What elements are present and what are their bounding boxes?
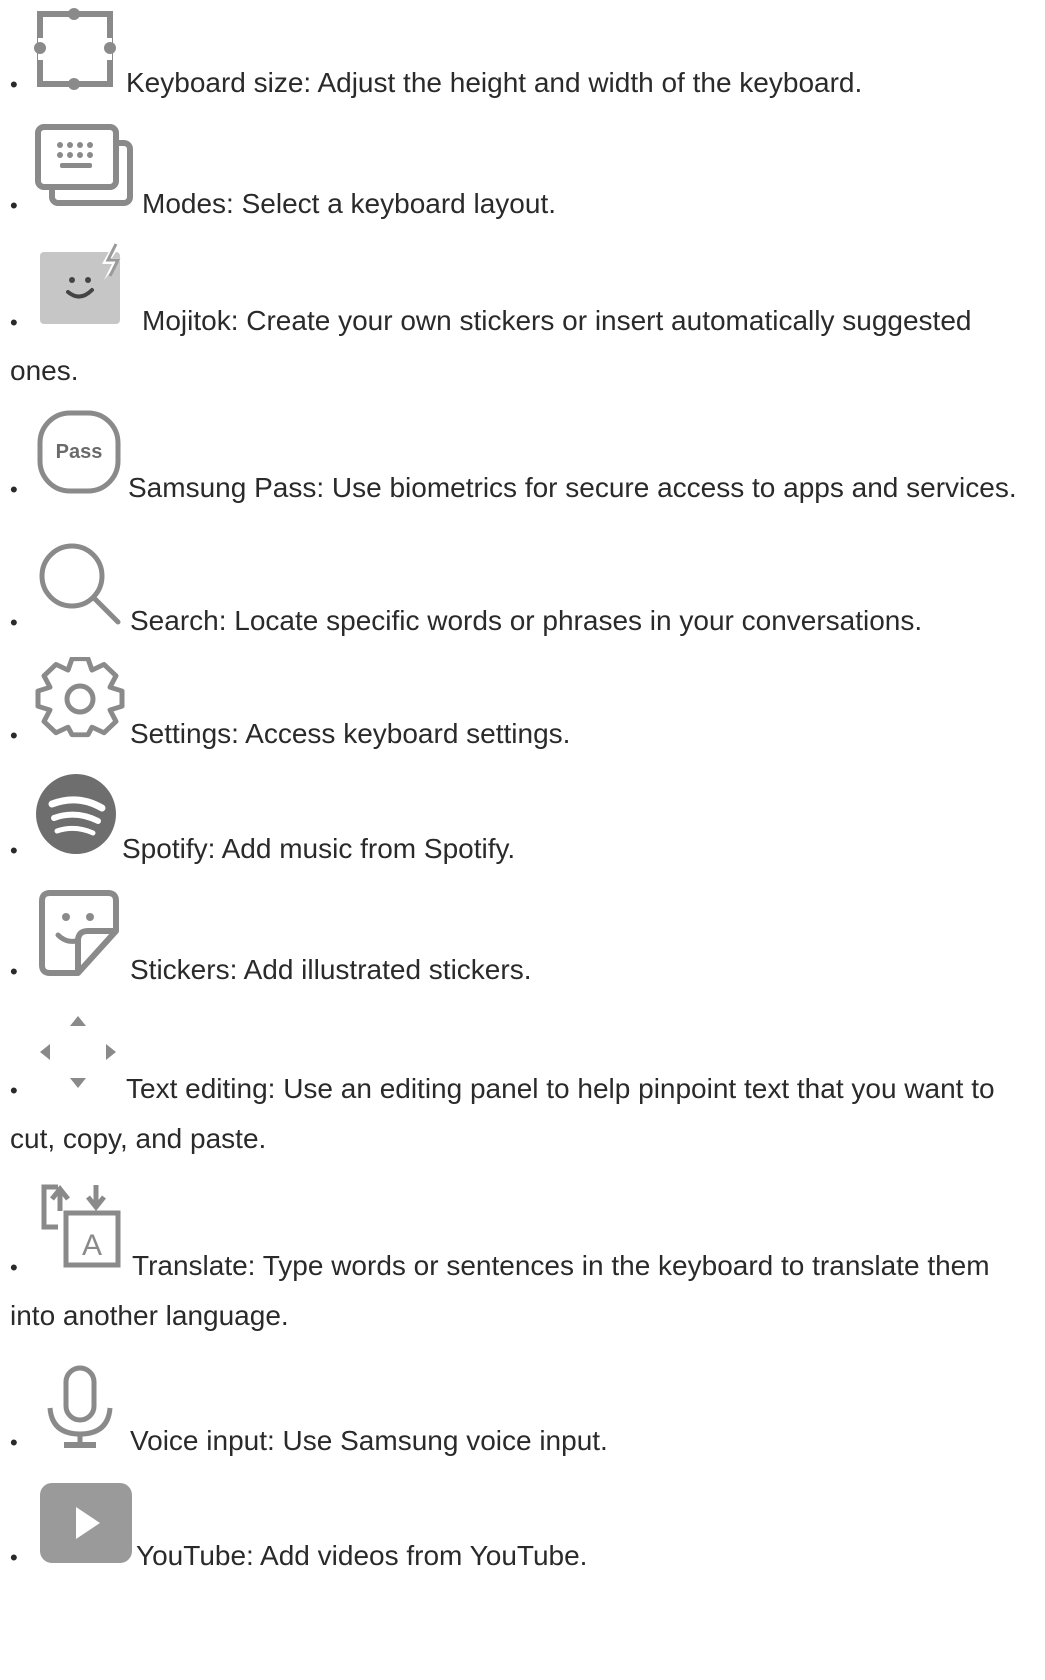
settings-gear-icon — [30, 657, 130, 743]
samsung-pass-icon: Pass — [30, 407, 128, 497]
list-item: • Text editing: Use an editing panel to … — [10, 1006, 1035, 1163]
bullet: • — [10, 193, 18, 218]
translate-icon-label: A — [82, 1229, 102, 1262]
list-item: • A Translate: Type words or sentences i… — [10, 1177, 1035, 1340]
spotify-icon — [30, 770, 122, 858]
search-icon — [30, 540, 130, 630]
list-item: • YouTube: Add videos from YouTube. — [10, 1477, 1035, 1582]
item-text: Spotify: Add music from Spotify. — [122, 833, 516, 864]
item-text: YouTube: Add videos from YouTube. — [136, 1540, 588, 1571]
list-item: • Modes: Select a keyboard layout. — [10, 121, 1035, 230]
item-text: Keyboard size: Adjust the height and wid… — [126, 67, 863, 98]
bullet: • — [10, 1545, 18, 1570]
bullet: • — [10, 838, 18, 863]
list-item: • Search: Locate specific words or phras… — [10, 540, 1035, 647]
bullet: • — [10, 1430, 18, 1455]
feature-list: • Keyboard size: Adjust the height and w… — [0, 4, 1035, 1582]
item-text: Mojitok: Create your own stickers or ins… — [10, 305, 972, 386]
item-text: Stickers: Add illustrated stickers. — [130, 954, 532, 985]
keyboard-size-icon — [30, 4, 126, 92]
list-item: • Pass Samsung Pass: Use biometrics for … — [10, 407, 1035, 514]
microphone-icon — [30, 1364, 130, 1450]
list-item: • Mojitok: Create your own stickers or i… — [10, 242, 1035, 395]
bullet: • — [10, 959, 18, 984]
bullet: • — [10, 1255, 18, 1280]
bullet: • — [10, 310, 18, 335]
item-text: Search: Locate specific words or phrases… — [130, 605, 923, 636]
item-text: Samsung Pass: Use biometrics for secure … — [128, 472, 1017, 503]
item-text: Translate: Type words or sentences in th… — [10, 1250, 990, 1331]
mojitok-icon — [30, 242, 142, 330]
list-item: • Stickers: Add illustrated stickers. — [10, 887, 1035, 996]
youtube-play-icon — [30, 1477, 136, 1565]
list-item: • Spotify: Add music from Spotify. — [10, 770, 1035, 875]
modes-icon — [30, 121, 142, 213]
item-text: Settings: Access keyboard settings. — [130, 718, 571, 749]
bullet: • — [10, 610, 18, 635]
stickers-icon — [30, 887, 130, 979]
list-item: • Settings: Access keyboard settings. — [10, 657, 1035, 760]
item-text: Voice input: Use Samsung voice input. — [130, 1425, 608, 1456]
item-text: Modes: Select a keyboard layout. — [142, 188, 557, 219]
text-editing-arrows-icon — [30, 1006, 126, 1098]
item-text: Text editing: Use an editing panel to he… — [10, 1073, 995, 1154]
samsung-pass-icon-label: Pass — [56, 441, 103, 463]
bullet: • — [10, 1078, 18, 1103]
bullet: • — [10, 477, 18, 502]
list-item: • Keyboard size: Adjust the height and w… — [10, 4, 1035, 109]
bullet: • — [10, 72, 18, 97]
translate-icon: A — [30, 1177, 132, 1275]
list-item: • Voice input: Use Samsung voice input. — [10, 1364, 1035, 1467]
bullet: • — [10, 723, 18, 748]
